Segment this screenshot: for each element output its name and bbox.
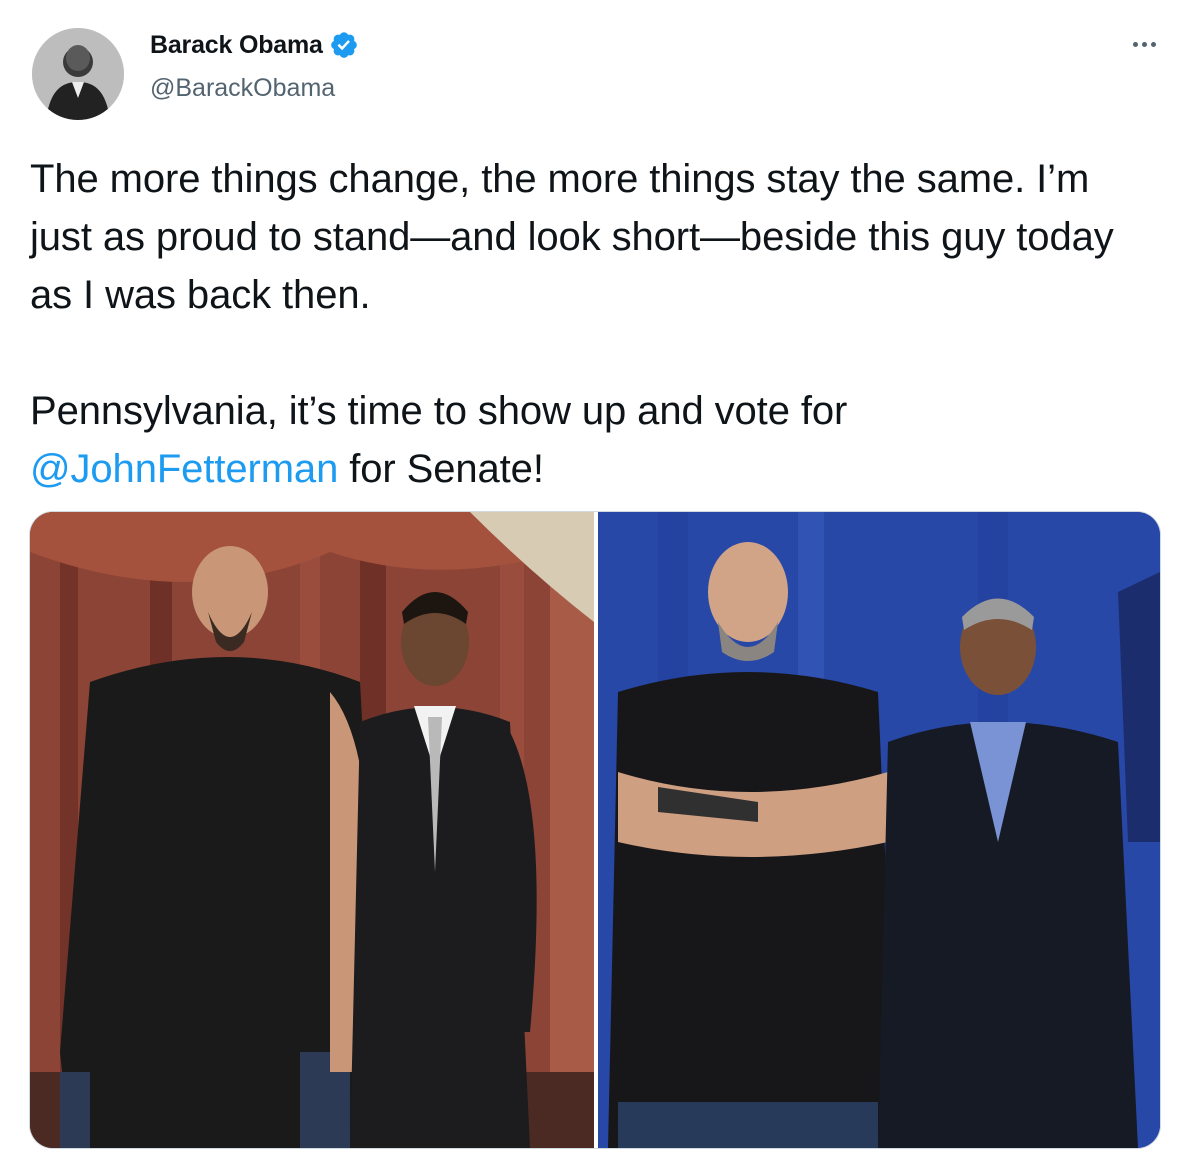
tweet-text: The more things change, the more things …: [30, 150, 1150, 498]
tweet-paragraph-2: Pennsylvania, it’s time to show up and v…: [30, 382, 1150, 498]
mention-link[interactable]: @JohnFetterman: [30, 447, 338, 491]
photo-then[interactable]: [30, 512, 594, 1148]
more-options-dot: [1141, 41, 1147, 47]
avatar[interactable]: [32, 28, 124, 120]
tweet-paragraph-1: The more things change, the more things …: [30, 157, 1114, 317]
more-options-button[interactable]: [1122, 28, 1166, 60]
verified-badge-icon: [329, 30, 359, 60]
photo-now[interactable]: [598, 512, 1160, 1148]
more-options-dot: [1150, 41, 1156, 47]
tweet-text-segment: Pennsylvania, it’s time to show up and v…: [30, 389, 848, 433]
more-options-icon: [1132, 41, 1138, 47]
display-name[interactable]: Barack Obama: [150, 31, 323, 60]
media-grid: [29, 511, 1161, 1149]
avatar-image: [32, 28, 124, 120]
tweet: Barack Obama @BarackObama The more thing…: [0, 0, 1188, 1168]
tweet-text-segment: for Senate!: [338, 447, 544, 491]
author-name-row[interactable]: Barack Obama: [150, 30, 359, 60]
author-handle[interactable]: @BarackObama: [150, 74, 335, 103]
